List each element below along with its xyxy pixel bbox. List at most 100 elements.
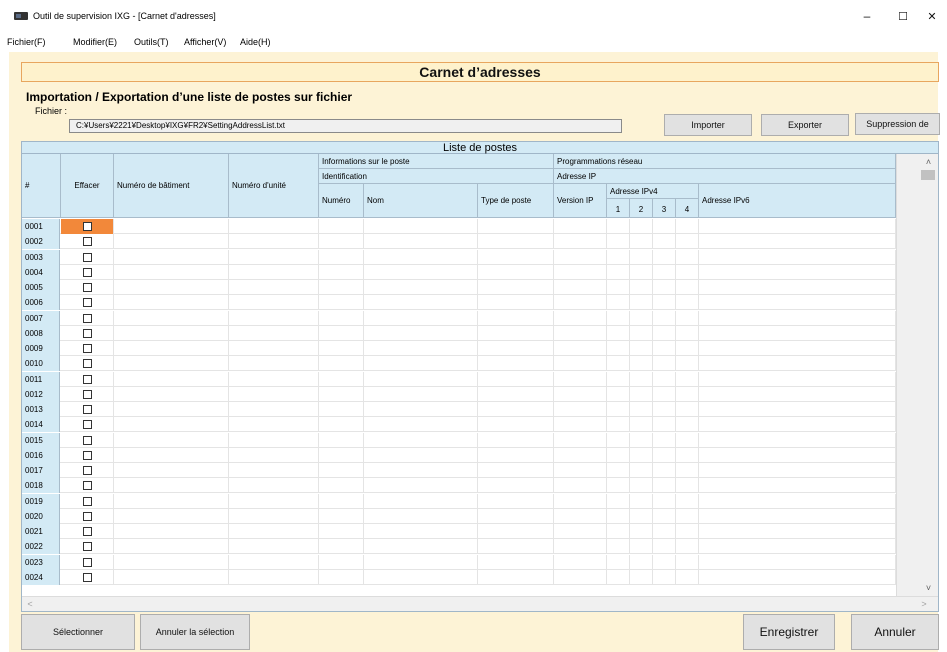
grid-cell[interactable] (478, 417, 554, 433)
table-row[interactable]: 0010 (22, 356, 896, 372)
grid-cell[interactable] (114, 569, 229, 585)
grid-cell[interactable] (229, 295, 319, 311)
effacer-checkbox[interactable] (82, 222, 92, 231)
grid-cell[interactable] (699, 341, 896, 356)
effacer-cell[interactable] (61, 478, 114, 494)
grid-cell[interactable] (478, 447, 554, 463)
table-row[interactable]: 0020 (22, 508, 896, 524)
grid-cell[interactable] (676, 508, 699, 524)
table-row[interactable]: 0018 (22, 478, 896, 494)
grid-cell[interactable] (630, 417, 653, 433)
effacer-checkbox[interactable] (82, 267, 92, 277)
grid-cell[interactable] (229, 371, 319, 387)
grid-cell[interactable] (607, 402, 630, 417)
grid-cell[interactable] (699, 325, 896, 341)
row-number[interactable]: 0021 (22, 524, 60, 539)
grid-cell[interactable] (554, 432, 607, 448)
effacer-checkbox[interactable] (82, 283, 92, 292)
grid-cell[interactable] (364, 280, 478, 295)
scroll-down-icon[interactable]: ˅ (919, 580, 938, 596)
grid-cell[interactable] (114, 402, 229, 417)
grid-cell[interactable] (319, 432, 364, 448)
effacer-cell[interactable] (61, 432, 114, 448)
menu-afficher[interactable]: Afficher(V) (184, 37, 226, 47)
effacer-cell[interactable] (61, 234, 114, 250)
grid-cell[interactable] (653, 249, 676, 265)
grid-cell[interactable] (630, 569, 653, 585)
grid-cell[interactable] (364, 234, 478, 250)
grid-cell[interactable] (699, 463, 896, 478)
grid-cell[interactable] (319, 371, 364, 387)
row-number[interactable]: 0024 (22, 569, 60, 585)
grid-cell[interactable] (630, 554, 653, 570)
effacer-checkbox[interactable] (82, 237, 92, 247)
grid-cell[interactable] (478, 295, 554, 311)
grid-cell[interactable] (653, 386, 676, 402)
effacer-checkbox[interactable] (82, 542, 92, 552)
grid-cell[interactable] (114, 234, 229, 250)
grid-cell[interactable] (319, 508, 364, 524)
effacer-checkbox[interactable] (82, 466, 92, 475)
grid-cell[interactable] (653, 341, 676, 356)
grid-cell[interactable] (630, 219, 653, 234)
effacer-checkbox[interactable] (82, 450, 92, 460)
grid-cell[interactable] (607, 508, 630, 524)
grid-cell[interactable] (478, 310, 554, 326)
col-header-version-ip[interactable]: Version IP (554, 184, 607, 218)
grid-cell[interactable] (630, 280, 653, 295)
effacer-cell[interactable] (61, 280, 114, 295)
cancel-button[interactable]: Annuler (851, 614, 939, 650)
effacer-cell[interactable] (61, 325, 114, 341)
grid-cell[interactable] (607, 371, 630, 387)
scroll-thumb[interactable] (921, 170, 935, 180)
grid-cell[interactable] (653, 524, 676, 539)
effacer-checkbox[interactable] (82, 435, 92, 445)
grid-cell[interactable] (319, 280, 364, 295)
grid-cell[interactable] (229, 341, 319, 356)
grid-cell[interactable] (114, 325, 229, 341)
grid-cell[interactable] (114, 264, 229, 280)
grid-cell[interactable] (114, 371, 229, 387)
col-header-unite[interactable]: Numéro d'unité (229, 154, 319, 218)
grid-cell[interactable] (478, 508, 554, 524)
grid-cell[interactable] (653, 371, 676, 387)
effacer-checkbox[interactable] (82, 374, 92, 384)
grid-cell[interactable] (607, 280, 630, 295)
grid-cell[interactable] (607, 539, 630, 555)
grid-cell[interactable] (364, 264, 478, 280)
grid-cell[interactable] (676, 295, 699, 311)
grid-cell[interactable] (478, 569, 554, 585)
grid-cell[interactable] (319, 310, 364, 326)
grid-cell[interactable] (554, 249, 607, 265)
grid-cell[interactable] (364, 539, 478, 555)
grid-cell[interactable] (478, 432, 554, 448)
grid-cell[interactable] (554, 219, 607, 234)
scroll-left-icon[interactable]: < (22, 597, 38, 611)
grid-cell[interactable] (364, 402, 478, 417)
col-header-batiment[interactable]: Numéro de bâtiment (114, 154, 229, 218)
grid-cell[interactable] (478, 539, 554, 555)
effacer-cell[interactable] (61, 249, 114, 265)
menu-aide[interactable]: Aide(H) (240, 37, 271, 47)
grid-cell[interactable] (676, 554, 699, 570)
grid-cell[interactable] (554, 356, 607, 372)
grid-cell[interactable] (229, 325, 319, 341)
grid-cell[interactable] (478, 249, 554, 265)
row-number[interactable]: 0012 (22, 386, 60, 402)
effacer-checkbox[interactable] (82, 496, 92, 506)
grid-cell[interactable] (554, 264, 607, 280)
table-row[interactable]: 0021 (22, 524, 896, 539)
grid-cell[interactable] (699, 417, 896, 433)
effacer-cell[interactable] (61, 463, 114, 478)
table-row[interactable]: 0002 (22, 234, 896, 250)
grid-cell[interactable] (229, 539, 319, 555)
grid-cell[interactable] (699, 356, 896, 372)
grid-cell[interactable] (229, 463, 319, 478)
grid-cell[interactable] (630, 478, 653, 494)
grid-cell[interactable] (699, 386, 896, 402)
grid-cell[interactable] (364, 478, 478, 494)
grid-cell[interactable] (478, 264, 554, 280)
row-number[interactable]: 0020 (22, 508, 60, 524)
grid-cell[interactable] (676, 402, 699, 417)
grid-cell[interactable] (319, 447, 364, 463)
